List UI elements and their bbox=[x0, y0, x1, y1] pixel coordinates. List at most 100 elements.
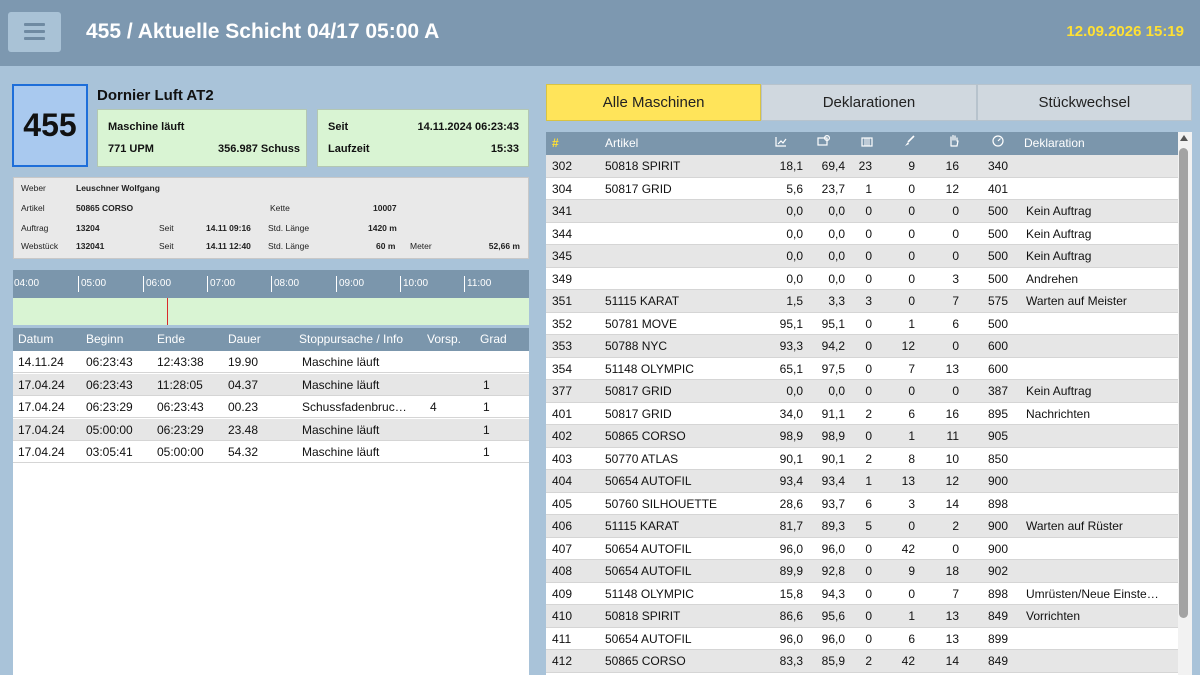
machine-declaration: Kein Auftrag bbox=[1026, 226, 1092, 241]
table-row[interactable]: 17.04.24 05:00:00 06:23:29 23.48 Maschine lä… bbox=[13, 418, 529, 441]
machine-eff-current: 95,1 bbox=[779, 316, 803, 331]
machine-eff-shift: 94,2 bbox=[821, 339, 845, 353]
machine-stops-weft: 1 bbox=[908, 316, 915, 331]
machine-stops-warp: 0 bbox=[865, 586, 872, 601]
stop-date: 17.04.24 bbox=[18, 445, 65, 459]
table-row[interactable]: 302 50818 SPIRIT 18,1 69,4 23 9 16 340 bbox=[546, 155, 1178, 178]
col-vorsp[interactable]: Vorsp. bbox=[427, 328, 461, 351]
table-row[interactable]: 409 51148 OLYMPIC 15,8 94,3 0 0 7 898 Umrüsten/N… bbox=[546, 583, 1178, 605]
machine-stops-weft: 1 bbox=[908, 429, 915, 443]
machine-eff-current: 81,7 bbox=[779, 519, 803, 533]
machine-declaration: Vorrichten bbox=[1026, 609, 1081, 623]
col-stoppursache[interactable]: Stoppursache / Info bbox=[299, 328, 403, 351]
stdlaenge1-label: Std. Länge bbox=[268, 223, 310, 233]
timeline-tick: 11:00 bbox=[464, 276, 491, 292]
machine-number: 354 bbox=[552, 361, 573, 376]
table-row[interactable]: 351 51115 KARAT 1,5 3,3 3 0 7 575 Warten auf Mei… bbox=[546, 290, 1178, 313]
machine-number: 304 bbox=[552, 181, 573, 196]
table-row[interactable]: 352 50781 MOVE 95,1 95,1 0 1 6 500 bbox=[546, 313, 1178, 335]
tab-alle-maschinen[interactable]: Alle Maschinen bbox=[546, 84, 762, 121]
machine-stops-warp: 2 bbox=[865, 451, 872, 466]
col-beginn[interactable]: Beginn bbox=[86, 328, 123, 351]
table-row[interactable]: 408 50654 AUTOFIL 89,9 92,8 0 9 18 902 bbox=[546, 560, 1178, 583]
machine-number: 405 bbox=[552, 496, 573, 511]
loom-icon[interactable] bbox=[859, 132, 875, 155]
meter-value: 52,66 m bbox=[488, 241, 520, 251]
machine-number-badge[interactable]: 455 bbox=[12, 84, 88, 167]
tab-stueckwechsel[interactable]: Stückwechsel bbox=[976, 84, 1192, 121]
table-row[interactable]: 407 50654 AUTOFIL 96,0 96,0 0 42 0 900 bbox=[546, 538, 1178, 560]
machine-stops-warp: 0 bbox=[865, 541, 872, 556]
artikel-label: Artikel bbox=[21, 203, 45, 213]
machine-stops-warp: 2 bbox=[865, 406, 872, 421]
machine-stops-manual: 0 bbox=[952, 249, 959, 263]
shift-timeline[interactable]: 04:00 05:00 06:00 07:00 08:00 09:00 10:0… bbox=[13, 270, 529, 326]
machine-stops-weft: 13 bbox=[901, 474, 915, 488]
machine-eff-current: 93,3 bbox=[779, 339, 803, 353]
machine-rpm: 500 bbox=[988, 226, 1009, 241]
seit2-label: Seit bbox=[159, 241, 174, 251]
machine-eff-shift: 0,0 bbox=[828, 384, 845, 398]
machine-eff-shift: 0,0 bbox=[828, 249, 845, 263]
machine-number: 302 bbox=[552, 159, 573, 173]
machine-rpm: 387 bbox=[988, 384, 1009, 398]
table-row[interactable]: 403 50770 ATLAS 90,1 90,1 2 8 10 850 bbox=[546, 448, 1178, 470]
table-row[interactable]: 17.04.24 03:05:41 05:00:00 54.32 Maschine lä… bbox=[13, 441, 529, 463]
machine-stops-warp: 23 bbox=[858, 159, 872, 173]
chart-icon[interactable] bbox=[773, 132, 789, 155]
col-deklaration[interactable]: Deklaration bbox=[1024, 132, 1085, 155]
table-row[interactable]: 17.04.24 06:23:43 11:28:05 04.37 Maschine lä… bbox=[13, 373, 529, 396]
table-row[interactable]: 344 0,0 0,0 0 0 0 500 Kein Auftrag bbox=[546, 223, 1178, 245]
machine-eff-shift: 96,0 bbox=[821, 541, 845, 556]
table-row[interactable]: 349 0,0 0,0 0 0 3 500 Andrehen bbox=[546, 268, 1178, 290]
table-row[interactable]: 14.11.24 06:23:43 12:43:38 19.90 Maschine lä… bbox=[13, 351, 529, 373]
machine-artikel: 51148 OLYMPIC bbox=[605, 586, 694, 601]
machine-name: Dornier Luft AT2 bbox=[97, 87, 214, 104]
hand-icon[interactable] bbox=[946, 132, 962, 155]
machine-stops-weft: 0 bbox=[908, 384, 915, 398]
machine-stops-warp: 0 bbox=[865, 316, 872, 331]
machine-stops-weft: 42 bbox=[901, 654, 915, 668]
stop-table: Datum Beginn Ende Dauer Stoppursache / I… bbox=[13, 328, 529, 675]
machine-stops-warp: 0 bbox=[865, 271, 872, 286]
table-row[interactable]: 377 50817 GRID 0,0 0,0 0 0 0 387 Kein Auftrag bbox=[546, 380, 1178, 403]
machine-eff-shift: 97,5 bbox=[821, 361, 845, 376]
scrollbar-thumb[interactable] bbox=[1179, 148, 1188, 618]
brush-icon[interactable] bbox=[902, 132, 918, 155]
table-row[interactable]: 17.04.24 06:23:29 06:23:43 00.23 Schussfaden… bbox=[13, 396, 529, 418]
machine-number: 402 bbox=[552, 429, 573, 443]
table-row[interactable]: 412 50865 CORSO 83,3 85,9 2 42 14 849 bbox=[546, 650, 1178, 673]
machine-rpm: 898 bbox=[988, 496, 1009, 511]
table-row[interactable]: 353 50788 NYC 93,3 94,2 0 12 0 600 bbox=[546, 335, 1178, 358]
table-row[interactable]: 341 0,0 0,0 0 0 0 500 Kein Auftrag bbox=[546, 200, 1178, 223]
table-row[interactable]: 402 50865 CORSO 98,9 98,9 0 1 11 905 bbox=[546, 425, 1178, 448]
timeline-tick: 10:00 bbox=[400, 276, 428, 292]
col-number[interactable]: # bbox=[552, 132, 559, 155]
machine-eff-current: 86,6 bbox=[779, 609, 803, 623]
table-row[interactable]: 404 50654 AUTOFIL 93,4 93,4 1 13 12 900 bbox=[546, 470, 1178, 493]
table-row[interactable]: 304 50817 GRID 5,6 23,7 1 0 12 401 bbox=[546, 178, 1178, 200]
gauge-icon[interactable] bbox=[990, 132, 1006, 155]
col-ende[interactable]: Ende bbox=[157, 328, 185, 351]
table-row[interactable]: 345 0,0 0,0 0 0 0 500 Kein Auftrag bbox=[546, 245, 1178, 268]
scroll-up-arrow-icon[interactable] bbox=[1180, 135, 1188, 141]
machine-stops-weft: 8 bbox=[908, 451, 915, 466]
table-row[interactable]: 405 50760 SILHOUETTE 28,6 93,7 6 3 14 898 bbox=[546, 493, 1178, 515]
table-row[interactable]: 354 51148 OLYMPIC 65,1 97,5 0 7 13 600 bbox=[546, 358, 1178, 380]
table-row[interactable]: 410 50818 SPIRIT 86,6 95,6 0 1 13 849 Vorrichten bbox=[546, 605, 1178, 628]
machine-stops-warp: 6 bbox=[865, 496, 872, 511]
machine-info-panel: Weber Leuschner Wolfgang Artikel 50865 C… bbox=[13, 177, 529, 259]
table-row[interactable]: 401 50817 GRID 34,0 91,1 2 6 16 895 Nachrichten bbox=[546, 403, 1178, 425]
col-grad[interactable]: Grad bbox=[480, 328, 507, 351]
efficiency-icon[interactable] bbox=[816, 132, 832, 155]
machine-stops-warp: 0 bbox=[865, 204, 872, 218]
col-dauer[interactable]: Dauer bbox=[228, 328, 261, 351]
machine-stops-weft: 0 bbox=[908, 226, 915, 241]
menu-button[interactable] bbox=[8, 12, 61, 52]
tab-deklarationen[interactable]: Deklarationen bbox=[761, 84, 977, 121]
col-artikel[interactable]: Artikel bbox=[605, 132, 638, 155]
table-row[interactable]: 406 51115 KARAT 81,7 89,3 5 0 2 900 Warten auf R… bbox=[546, 515, 1178, 538]
table-row[interactable]: 411 50654 AUTOFIL 96,0 96,0 0 6 13 899 bbox=[546, 628, 1178, 650]
machine-rpm: 898 bbox=[988, 586, 1009, 601]
col-datum[interactable]: Datum bbox=[18, 328, 53, 351]
